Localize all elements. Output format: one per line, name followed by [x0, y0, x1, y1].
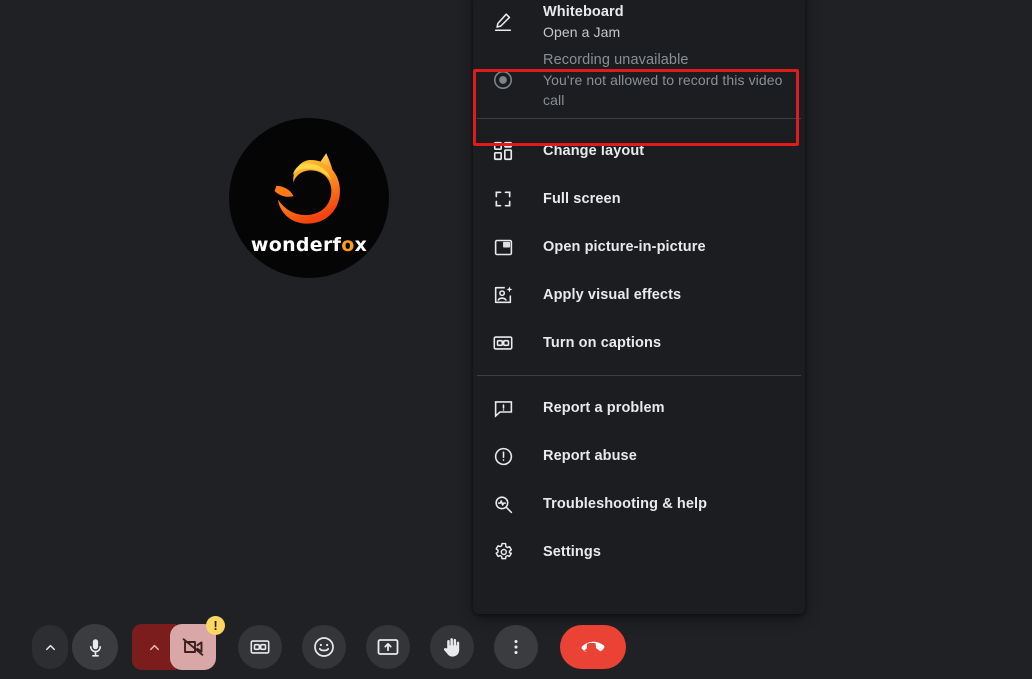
avatar-logo-text: wonderf o x [250, 233, 368, 256]
menu-item-change-layout[interactable]: Change layout [473, 127, 805, 175]
settings-gear-icon [489, 540, 517, 564]
camera-warning-badge: ! [206, 616, 225, 635]
avatar: wonderf o x [229, 118, 389, 278]
menu-item-report-a-problem[interactable]: Report a problem [473, 384, 805, 432]
menu-item-title: Turn on captions [543, 335, 662, 351]
menu-item-turn-on-captions[interactable]: Turn on captions [473, 319, 805, 367]
report-problem-icon [489, 396, 517, 420]
menu-item-title: Open picture-in-picture [543, 239, 706, 255]
menu-item-whiteboard[interactable]: Whiteboard Open a Jam [473, 0, 805, 50]
logo-word-part2: x [354, 233, 368, 256]
call-controls-bar: ! [0, 615, 1032, 679]
menu-divider [477, 375, 801, 376]
report-abuse-icon [489, 444, 517, 468]
logo-word-part1: wonderf [250, 233, 342, 256]
reactions-button[interactable] [302, 625, 346, 669]
menu-item-picture-in-picture[interactable]: Open picture-in-picture [473, 223, 805, 271]
microphone-button[interactable] [72, 624, 118, 670]
menu-item-report-abuse[interactable]: Report abuse [473, 432, 805, 480]
menu-item-title: Recording unavailable [543, 52, 689, 68]
menu-item-subtitle: Open a Jam [543, 24, 621, 40]
end-call-button[interactable] [560, 625, 626, 669]
menu-item-title: Settings [543, 544, 601, 560]
camera-control-cluster: ! [132, 616, 225, 670]
menu-item-settings[interactable]: Settings [473, 528, 805, 576]
menu-item-title: Whiteboard [543, 4, 624, 20]
menu-item-title: Full screen [543, 191, 621, 207]
menu-item-title: Change layout [543, 143, 645, 159]
menu-divider [477, 118, 801, 119]
change-layout-icon [489, 139, 517, 163]
menu-item-title: Report abuse [543, 448, 637, 464]
menu-item-full-screen[interactable]: Full screen [473, 175, 805, 223]
raise-hand-button[interactable] [430, 625, 474, 669]
meeting-window: wonderf o x Whiteboard Open a Jam Record… [0, 0, 1032, 679]
menu-item-title: Apply visual effects [543, 287, 682, 303]
menu-item-title: Report a problem [543, 400, 665, 416]
more-options-button[interactable] [494, 625, 538, 669]
logo-word-o: o [341, 233, 355, 256]
participant-tile: wonderf o x [229, 118, 389, 278]
menu-item-visual-effects[interactable]: Apply visual effects [473, 271, 805, 319]
camera-button[interactable]: ! [170, 616, 225, 670]
present-now-button[interactable] [366, 625, 410, 669]
full-screen-icon [489, 187, 517, 211]
captions-cc-icon [489, 331, 517, 355]
picture-in-picture-icon [489, 235, 517, 259]
whiteboard-pencil-icon [489, 10, 517, 34]
visual-effects-icon [489, 283, 517, 307]
fox-flame-logo-icon [266, 148, 352, 234]
menu-item-title: Troubleshooting & help [543, 496, 708, 512]
more-options-menu: Whiteboard Open a Jam Recording unavaila… [473, 0, 805, 614]
menu-item-subtitle: You're not allowed to record this video … [543, 72, 783, 108]
troubleshooting-icon [489, 492, 517, 516]
captions-button[interactable] [238, 625, 282, 669]
menu-item-troubleshooting-help[interactable]: Troubleshooting & help [473, 480, 805, 528]
mic-options-caret[interactable] [32, 625, 68, 669]
menu-item-recording-unavailable: Recording unavailable You're not allowed… [473, 50, 805, 110]
record-circle-icon [489, 68, 517, 92]
